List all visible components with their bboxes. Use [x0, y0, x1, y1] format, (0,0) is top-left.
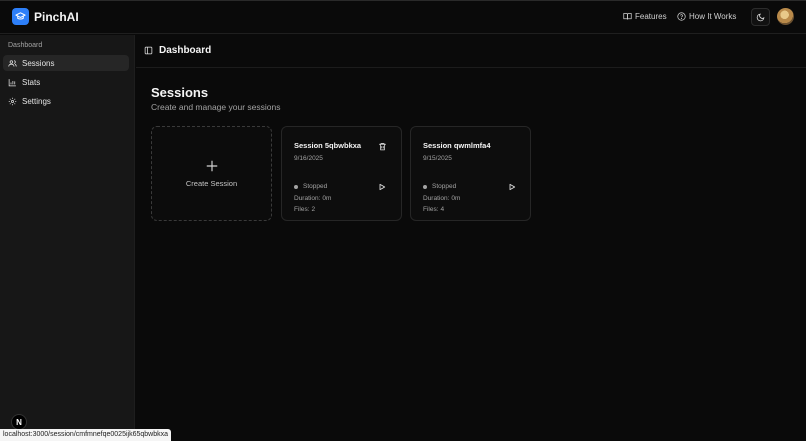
session-card[interactable]: Session 5qbwbkxa 9/16/2025 Stopped Durat…	[281, 126, 402, 221]
sidebar-item-settings[interactable]: Settings	[3, 93, 129, 109]
sidebar-item-label: Stats	[22, 77, 41, 87]
session-duration: Duration: 0m	[423, 195, 460, 202]
session-status: Stopped	[294, 183, 327, 190]
page-subtitle: Create and manage your sessions	[151, 102, 281, 112]
play-icon	[509, 183, 516, 191]
files-label: Files:	[423, 206, 439, 213]
sidebar-item-sessions[interactable]: Sessions	[3, 55, 129, 71]
play-session-button[interactable]	[377, 182, 387, 192]
session-status: Stopped	[423, 183, 456, 190]
play-icon	[379, 183, 386, 191]
user-avatar[interactable]	[777, 8, 794, 25]
status-dot	[423, 184, 427, 189]
help-circle-icon	[677, 12, 686, 21]
top-bar: PinchAI Features How It Works	[0, 0, 806, 34]
sidebar-item-stats[interactable]: Stats	[3, 74, 129, 90]
session-date: 9/16/2025	[294, 155, 323, 162]
brand-name: PinchAI	[34, 9, 79, 24]
features-link[interactable]: Features	[623, 12, 667, 21]
sidebar: Dashboard Sessions Stats Settings	[0, 35, 135, 441]
features-label: Features	[635, 12, 667, 21]
files-label: Files:	[294, 206, 310, 213]
duration-value: 0m	[322, 195, 332, 202]
create-session-label: Create Session	[185, 179, 238, 188]
link-preview-statusbar: localhost:3000/session/cmfmnefqe0025ijk6…	[0, 429, 171, 441]
gear-icon	[8, 97, 17, 105]
session-card[interactable]: Session qwmlmfa4 9/15/2025 Stopped Durat…	[410, 126, 531, 221]
theme-toggle-button[interactable]	[751, 8, 770, 26]
sidebar-item-label: Sessions	[22, 58, 55, 68]
session-title: Session qwmlmfa4	[423, 141, 491, 150]
session-date: 9/15/2025	[423, 155, 452, 162]
create-session-card[interactable]: Create Session	[151, 126, 272, 221]
how-it-works-link[interactable]: How It Works	[677, 12, 736, 21]
brand[interactable]: PinchAI	[12, 8, 79, 25]
session-files: Files: 2	[294, 206, 315, 213]
session-status-label: Stopped	[432, 183, 457, 190]
bar-chart-icon	[8, 78, 16, 86]
main-header: Dashboard	[136, 35, 806, 68]
play-session-button[interactable]	[507, 182, 517, 192]
users-icon	[8, 59, 17, 67]
trash-icon	[378, 142, 386, 150]
duration-value: 0m	[451, 195, 461, 202]
book-icon	[623, 13, 632, 20]
session-files: Files: 4	[423, 206, 444, 213]
sidebar-item-label: Settings	[22, 96, 51, 106]
session-status-label: Stopped	[303, 183, 328, 190]
how-it-works-label: How It Works	[689, 12, 737, 21]
sidebar-section-label: Dashboard	[8, 42, 43, 49]
moon-icon	[756, 13, 765, 21]
dev-tools-badge[interactable]: N	[11, 414, 27, 430]
plus-icon	[206, 160, 218, 172]
graduation-cap-icon	[12, 8, 29, 25]
page-title: Sessions	[151, 85, 209, 100]
files-value: 2	[311, 206, 316, 213]
duration-label: Duration:	[294, 195, 321, 202]
delete-session-button[interactable]	[377, 141, 387, 151]
status-dot	[294, 184, 298, 189]
session-duration: Duration: 0m	[294, 195, 331, 202]
duration-label: Duration:	[423, 195, 450, 202]
session-title: Session 5qbwbkxa	[294, 141, 362, 150]
header-title: Dashboard	[159, 45, 212, 56]
files-value: 4	[440, 206, 445, 213]
sidebar-toggle-icon[interactable]	[144, 46, 153, 55]
